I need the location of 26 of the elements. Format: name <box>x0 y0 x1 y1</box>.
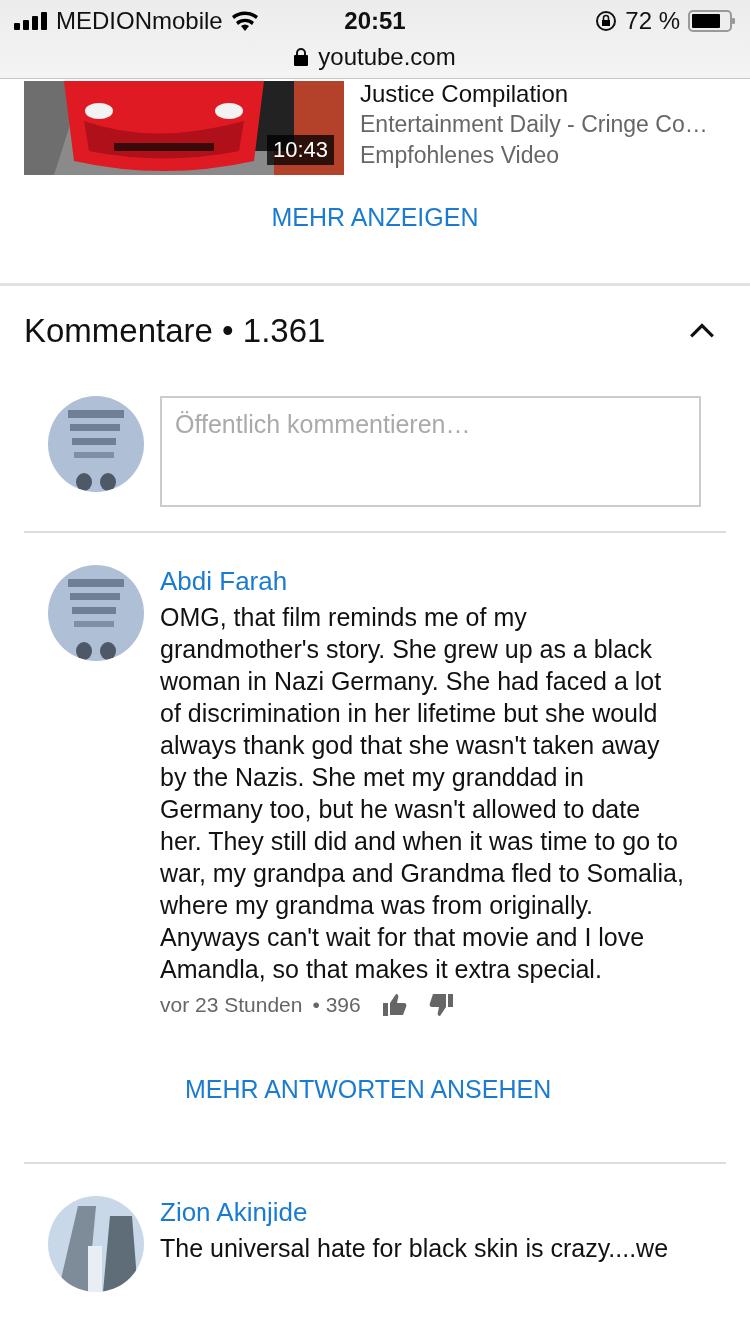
comment-time: vor 23 Stunden <box>160 993 303 1017</box>
video-label: Empfohlenes Video <box>360 142 561 169</box>
comment-text: The universal hate for black skin is crazy....we <box>160 1233 670 1264</box>
chevron-icon[interactable] <box>688 322 716 340</box>
comment-input-field[interactable]: Öffentlich kommentieren… <box>160 396 701 507</box>
status-time: 20:51 <box>344 7 406 35</box>
signal-icon <box>14 12 48 30</box>
comment-author[interactable]: Abdi Farah <box>160 565 288 597</box>
thumbs-up-icon[interactable] <box>382 994 407 1016</box>
comment-author[interactable]: Zion Akinjide <box>160 1196 308 1228</box>
comment-text: OMG, that film reminds me of my grandmother's story. She grew up as a black woman in Nazi Germany. She had faced a lot of discrimination in her lifetime but she would always thank god that she wasn't taken away by the Nazis. She met my granddad in Germany too, but he wasn't allowed to date her. They still did and when it was time to go to war, my grandpa and Grandma fled to Somalia, where my grandma was from originally. Anyways can't wait for that movie and I love Amandla, so that makes it extra special. <box>160 602 685 985</box>
address-url[interactable]: youtube.com <box>318 43 456 71</box>
video-channel: Entertainment Daily - Cringe Co… <box>360 111 708 138</box>
show-more-button[interactable]: MEHR ANZEIGEN <box>261 197 489 238</box>
lock-icon <box>294 48 309 66</box>
carrier-name: MEDIONmobile <box>56 7 223 35</box>
like-count: • 396 <box>312 993 361 1017</box>
video-title[interactable]: Justice Compilation <box>360 81 708 107</box>
thumbs-down-icon[interactable] <box>428 994 453 1016</box>
battery-icon <box>688 10 736 32</box>
video-duration: 10:43 <box>266 135 334 165</box>
more-replies-button[interactable]: MEHR ANTWORTEN ANSEHEN <box>175 1069 562 1110</box>
battery-percent: 72 % <box>625 7 680 35</box>
rotation-lock-icon <box>595 10 618 32</box>
comments-heading: Kommentare • 1.361 <box>24 312 327 350</box>
wifi-icon <box>230 11 259 31</box>
